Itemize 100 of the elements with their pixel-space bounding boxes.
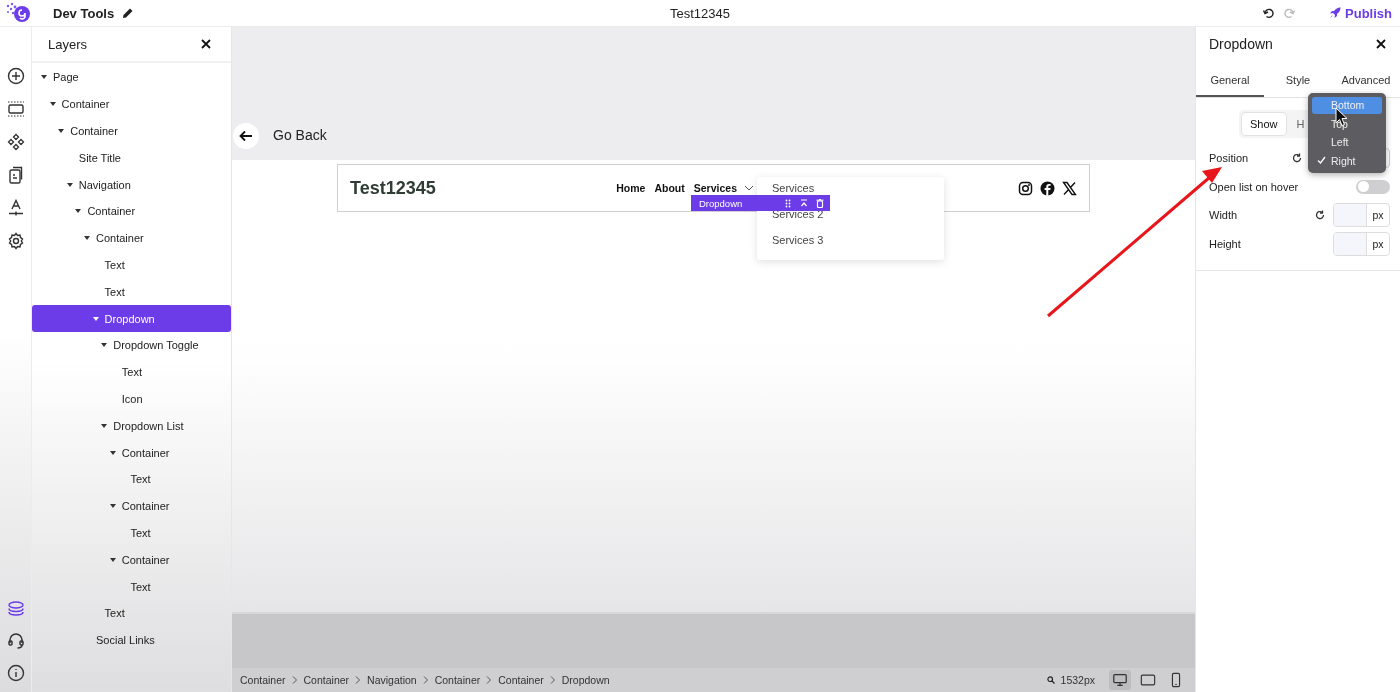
pencil-icon[interactable] [122,7,134,19]
info-icon[interactable] [6,664,25,682]
layer-item[interactable]: Text [32,251,231,279]
select-parent-icon[interactable] [800,198,808,208]
layer-item[interactable]: Text [32,519,231,547]
caret-icon[interactable] [66,182,73,187]
layer-item[interactable]: Icon [32,385,231,413]
layer-item[interactable]: Container [32,492,231,520]
breadcrumb-item[interactable]: Navigation [367,674,417,686]
field-label: Height [1209,237,1242,250]
field-label: Open list on hover [1209,180,1300,193]
layer-item[interactable]: Social Links [32,626,231,654]
breadcrumb-item[interactable]: Container [498,674,544,686]
section-icon[interactable] [6,100,25,118]
tab[interactable]: Advanced [1332,65,1400,97]
headset-icon[interactable] [6,632,25,650]
rocket-icon[interactable] [1329,7,1342,19]
close-icon[interactable] [1376,39,1386,49]
go-back-label[interactable]: Go Back [273,127,327,149]
site-title: Test12345 [350,177,436,199]
breadcrumb-item[interactable]: Container [240,674,286,686]
drag-handle-icon[interactable] [784,198,792,208]
menu-option[interactable]: Right [1312,152,1382,169]
layer-item[interactable]: Text [32,278,231,306]
chevron-icon [422,676,429,684]
menu-item[interactable]: Services 3 [772,234,824,247]
layer-item[interactable]: Text [32,573,231,600]
nav-link[interactable]: About [654,182,685,194]
layer-item[interactable]: Text [32,465,231,493]
caret-icon[interactable] [101,343,108,348]
menu-option[interactable]: Top [1312,115,1382,132]
layer-item[interactable]: Dropdown List [32,412,231,440]
toggle-switch[interactable] [1356,179,1390,194]
nav-dropdown[interactable]: Services [693,182,754,194]
menu-item[interactable]: Services [772,182,815,195]
caret-icon[interactable] [101,423,108,428]
pages-icon[interactable] [6,166,25,184]
breadcrumb-item[interactable]: Container [434,674,481,686]
layer-item[interactable]: Text [32,358,231,386]
typography-icon[interactable] [6,199,25,217]
layer-item[interactable]: Container [32,546,231,574]
chevron-icon[interactable] [744,185,754,191]
caret-icon[interactable] [109,504,116,509]
chevron-icon [291,676,298,684]
layer-item[interactable]: Container [32,198,231,225]
undo-icon[interactable] [1263,7,1275,19]
breadcrumb-item[interactable]: Container [303,674,350,686]
instagram-icon[interactable] [1018,180,1033,196]
layer-item[interactable]: Site Title [32,144,231,172]
number-field[interactable]: px [1333,231,1390,256]
field-label: Width [1209,209,1239,222]
arrow-left-icon[interactable] [239,130,253,142]
reset-icon[interactable] [1315,210,1325,221]
layer-item[interactable]: Navigation [32,171,231,198]
search-icon [1046,676,1055,684]
number-field[interactable]: px [1333,203,1390,228]
zoom-value[interactable]: 1532px [1060,674,1095,686]
panel-title: Layers [48,36,88,52]
nav-link[interactable]: Home [616,182,646,194]
chevron-icon [549,676,556,684]
layer-item[interactable]: Dropdown Toggle [32,331,231,359]
breadcrumb-item[interactable]: Dropdown [561,674,610,686]
layer-item[interactable]: Page [32,64,231,91]
layers-icon[interactable] [6,600,25,618]
layer-item[interactable]: Container [32,117,231,145]
layer-item[interactable]: Text [32,599,231,627]
layer-item[interactable]: Container [32,439,231,466]
caret-icon[interactable] [49,102,56,107]
selection-label: Dropdown [699,197,744,209]
panel-title: Dropdown [1209,36,1273,52]
close-icon[interactable] [201,39,211,49]
app-title: Dev Tools [53,5,115,21]
segment-button[interactable]: Show [1242,113,1286,135]
caret-icon[interactable] [92,316,99,321]
caret-icon[interactable] [41,75,47,80]
back-button[interactable] [233,123,259,149]
caret-icon[interactable] [84,236,90,241]
add-icon[interactable] [6,67,25,85]
segment-button[interactable]: H [1288,113,1313,135]
logo-icon[interactable] [5,2,31,24]
chevron-icon [486,676,493,684]
x-logo-icon[interactable] [1062,180,1077,196]
layer-item[interactable]: Dropdown [32,305,231,332]
caret-icon[interactable] [75,209,82,214]
chevron-icon [355,676,362,684]
caret-icon[interactable] [109,557,116,562]
diamonds-icon[interactable] [6,133,25,151]
trash-icon[interactable] [816,198,824,208]
caret-icon[interactable] [58,129,65,133]
layer-item[interactable]: Container [32,90,231,118]
tab[interactable]: General [1196,65,1264,97]
settings-icon[interactable] [6,232,25,250]
menu-option[interactable]: Left [1312,134,1382,151]
caret-icon[interactable] [109,450,116,455]
layer-item[interactable]: Container [32,224,231,252]
facebook-icon[interactable] [1040,180,1055,196]
reset-icon[interactable] [1292,153,1302,164]
page-title: Test12345 [669,5,731,21]
tab[interactable]: Style [1264,65,1332,97]
publish-button[interactable]: Publish [1329,5,1392,21]
